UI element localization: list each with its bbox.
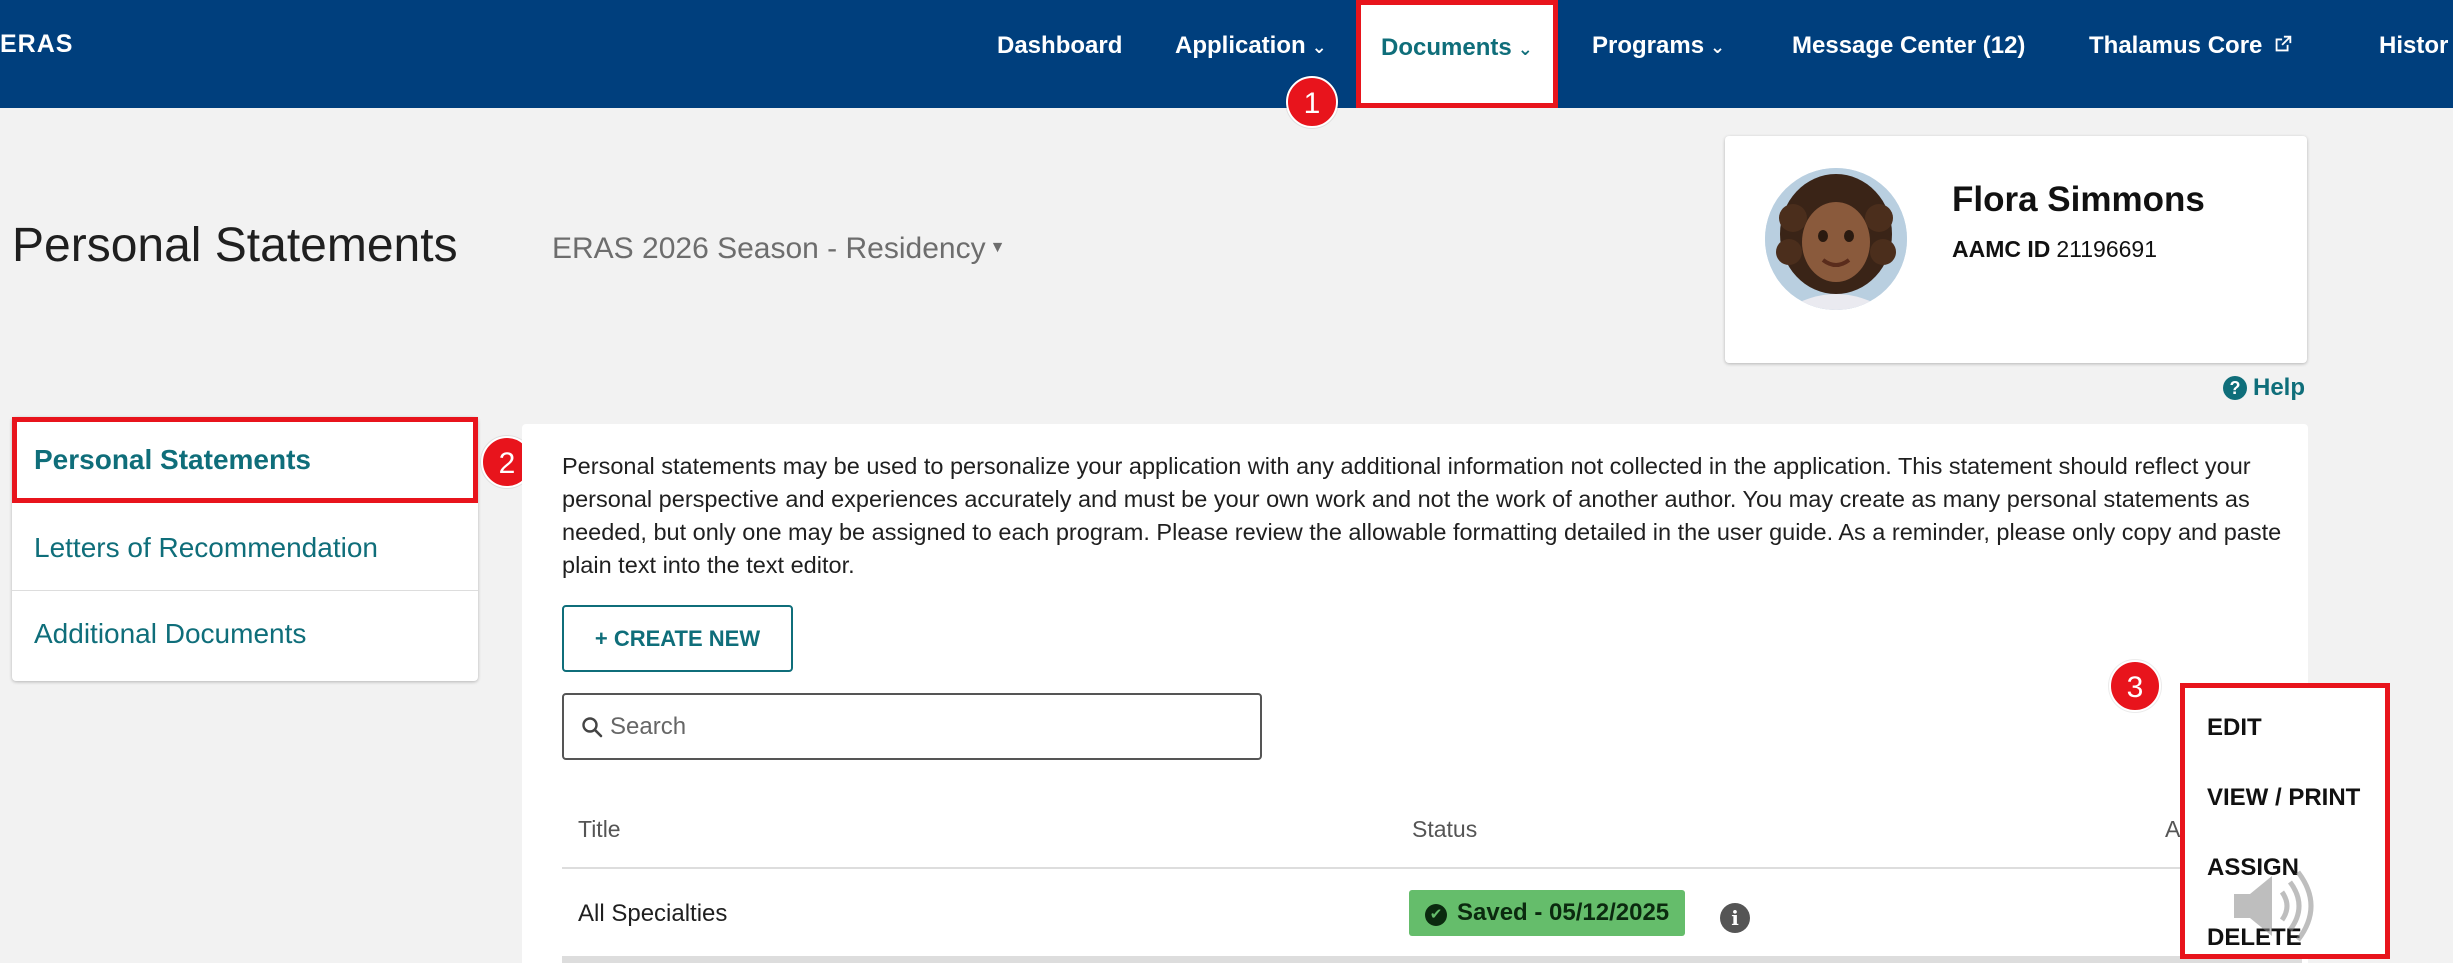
speaker-icon	[2234, 870, 2314, 942]
nav-documents[interactable]: Documents ⌄	[1356, 0, 1558, 108]
sidebar-item-label: Letters of Recommendation	[34, 532, 378, 563]
nav-history[interactable]: Histor	[2379, 0, 2448, 92]
help-icon: ?	[2223, 376, 2247, 400]
table-header-divider	[562, 867, 2302, 869]
column-header-title[interactable]: Title	[578, 816, 621, 843]
nav-programs[interactable]: Programs ⌄	[1592, 0, 1725, 92]
help-link[interactable]: ? Help	[2223, 374, 2305, 402]
season-selector-label: ERAS 2026 Season - Residency	[552, 232, 986, 265]
sidebar-item-additional-documents[interactable]: Additional Documents	[12, 591, 478, 677]
menu-item-edit[interactable]: EDIT	[2207, 714, 2262, 742]
profile-card: Flora Simmons AAMC ID 21196691	[1725, 136, 2307, 363]
nav-dashboard[interactable]: Dashboard	[997, 0, 1122, 92]
documents-side-menu: Personal Statements Letters of Recommend…	[12, 417, 478, 681]
create-new-button[interactable]: + CREATE NEW	[562, 605, 793, 672]
chevron-down-icon: ⌄	[1517, 39, 1533, 59]
nav-documents-label: Documents	[1381, 34, 1512, 61]
nav-history-label: Histor	[2379, 32, 2449, 59]
avatar	[1765, 168, 1907, 310]
status-badge: ✔ Saved - 05/12/2025	[1409, 890, 1686, 936]
column-header-actions: A	[2165, 816, 2181, 842]
nav-thalamus-core-label: Thalamus Core	[2089, 32, 2263, 59]
nav-thalamus-core[interactable]: Thalamus Core	[2089, 0, 2294, 92]
column-header-status[interactable]: Status	[1412, 816, 1477, 843]
page-title: Personal Statements	[12, 219, 458, 272]
external-link-icon	[2276, 35, 2292, 52]
sidebar-item-label: Additional Documents	[34, 618, 307, 649]
sidebar-item-letters-of-recommendation[interactable]: Letters of Recommendation	[12, 505, 478, 591]
profile-aamc-id: AAMC ID 21196691	[1952, 236, 2157, 263]
personal-statements-panel: Personal statements may be used to perso…	[522, 424, 2308, 963]
search-icon	[582, 717, 603, 738]
chevron-down-icon: ⌄	[1710, 37, 1726, 57]
info-icon[interactable]: i	[1720, 903, 1750, 933]
caret-down-icon: ▼	[989, 239, 1006, 256]
intro-text: Personal statements may be used to perso…	[562, 453, 2282, 578]
aamc-id-label: AAMC ID	[1952, 236, 2051, 262]
avatar-image	[1765, 168, 1907, 310]
table-row-divider	[562, 956, 2302, 963]
aamc-id-value: 21196691	[2056, 236, 2158, 262]
nav-programs-label: Programs	[1592, 32, 1705, 59]
sidebar-item-label: Personal Statements	[34, 444, 311, 475]
menu-item-view-print[interactable]: VIEW / PRINT	[2207, 784, 2360, 812]
step-callout-1: 1	[1286, 76, 1338, 128]
brand-logo-text[interactable]: ERAS	[0, 30, 73, 59]
top-navigation-bar: ERAS Dashboard Application ⌄ Documents ⌄ P…	[0, 0, 2453, 108]
help-label: Help	[2253, 374, 2306, 401]
step-callout-3: 3	[2109, 660, 2161, 712]
checkmark-circle-icon: ✔	[1425, 904, 1447, 926]
nav-message-center-label: Message Center (12)	[1792, 32, 2026, 59]
season-selector[interactable]: ERAS 2026 Season - Residency ▼	[552, 232, 1005, 266]
nav-dashboard-label: Dashboard	[997, 32, 1123, 59]
row-title[interactable]: All Specialties	[578, 900, 727, 928]
status-badge-label: Saved - 05/12/2025	[1457, 899, 1670, 926]
sidebar-item-personal-statements[interactable]: Personal Statements	[12, 417, 478, 503]
profile-name: Flora Simmons	[1952, 180, 2205, 219]
search-field[interactable]	[562, 693, 1262, 760]
nav-message-center[interactable]: Message Center (12)	[1792, 0, 2025, 92]
nav-application-label: Application	[1175, 32, 1306, 59]
search-input[interactable]	[610, 709, 1240, 745]
